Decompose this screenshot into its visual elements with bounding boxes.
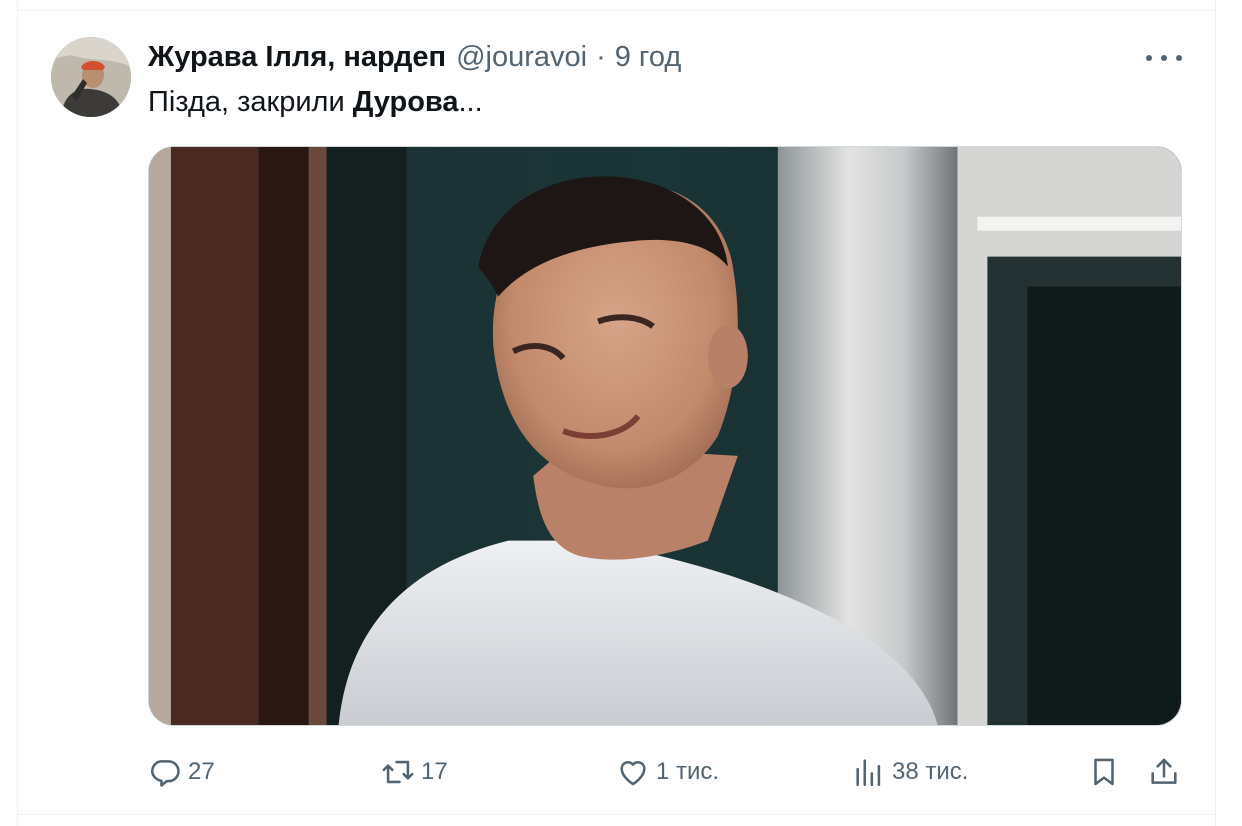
views-button[interactable]: 38 тис. xyxy=(852,752,968,792)
tweet-text-tail: ... xyxy=(458,86,483,118)
tweet-timestamp[interactable]: 9 год xyxy=(615,41,682,74)
retweet-button[interactable]: 17 xyxy=(381,752,448,792)
more-horizontal-icon xyxy=(1146,55,1152,61)
avatar[interactable] xyxy=(51,37,131,117)
avatar-image xyxy=(51,37,131,117)
timeline-border-left xyxy=(17,0,18,826)
more-horizontal-icon xyxy=(1176,55,1182,61)
author-name[interactable]: Журава Ілля, нардеп xyxy=(148,41,446,74)
retweet-count: 17 xyxy=(421,758,448,785)
reply-icon xyxy=(150,760,180,787)
tweet-header: Журава Ілля, нардеп @jouravoi · 9 год xyxy=(148,40,681,74)
like-count: 1 тис. xyxy=(656,758,720,785)
separator-dot: · xyxy=(596,40,606,73)
author-handle[interactable]: @jouravoi xyxy=(456,41,587,74)
timeline-border-right xyxy=(1215,0,1216,826)
tweet-divider-bottom xyxy=(17,814,1216,815)
heart-icon xyxy=(620,760,646,786)
tweet-divider-top xyxy=(17,10,1216,11)
tweet-text: Пізда, закрили Дурова... xyxy=(148,84,483,120)
photo-image xyxy=(149,147,1181,725)
reply-count: 27 xyxy=(188,758,215,785)
tweet-actions: 27 17 1 тис. 38 тис. xyxy=(0,752,1242,792)
bookmark-button[interactable] xyxy=(1087,752,1121,792)
bookmark-icon xyxy=(1094,758,1114,786)
views-count: 38 тис. xyxy=(892,758,969,785)
tweet-text-bold: Дурова xyxy=(352,86,459,118)
more-horizontal-icon xyxy=(1161,55,1167,61)
share-button[interactable] xyxy=(1147,752,1181,792)
like-button[interactable]: 1 тис. xyxy=(616,752,719,792)
views-icon xyxy=(856,759,881,787)
retweet-icon xyxy=(382,760,414,784)
tweet-text-plain: Пізда, закрили xyxy=(148,86,353,118)
tweet-media-photo[interactable] xyxy=(148,146,1182,726)
reply-button[interactable]: 27 xyxy=(148,752,215,792)
more-options-button[interactable] xyxy=(1146,49,1182,67)
share-icon xyxy=(1151,758,1177,784)
